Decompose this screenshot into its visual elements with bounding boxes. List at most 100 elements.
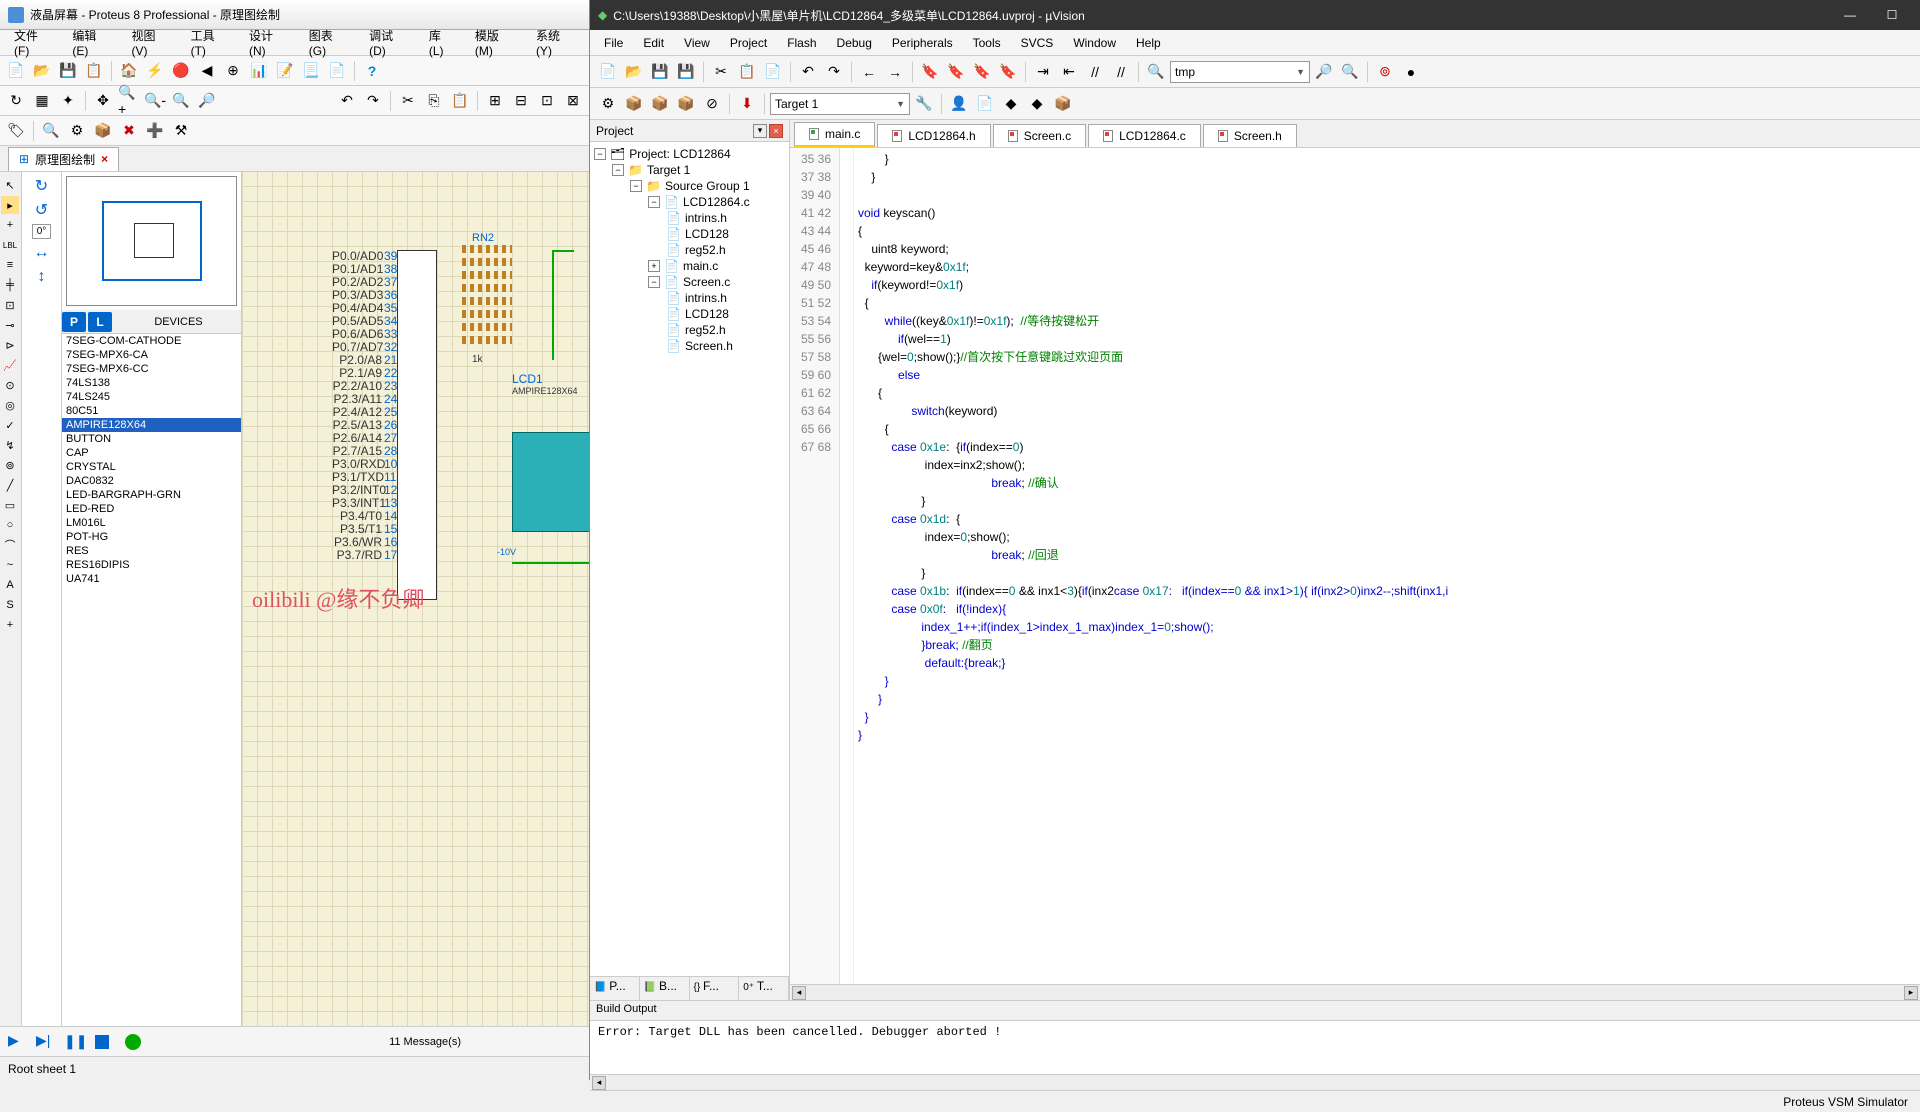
list-item[interactable]: CAP [62, 446, 241, 460]
rotation-angle[interactable]: 0° [32, 224, 52, 239]
editor-tab[interactable]: Screen.c [993, 124, 1086, 147]
tree-file[interactable]: 📄Screen.h [594, 338, 785, 354]
menu-edit[interactable]: Edit [633, 33, 674, 53]
uncomment-icon[interactable]: // [1109, 60, 1133, 84]
copy-icon[interactable]: ⎘ [422, 89, 446, 113]
menu-template[interactable]: 模版(M) [465, 24, 526, 61]
select-pack-icon[interactable]: ◆ [1025, 92, 1049, 116]
tree-group[interactable]: −📁Source Group 1 [594, 178, 785, 194]
list-item[interactable]: POT-HG [62, 530, 241, 544]
list-item[interactable]: 74LS138 [62, 376, 241, 390]
tree-root[interactable]: −🗂Project: LCD12864 [594, 146, 785, 162]
menu-debug[interactable]: Debug [827, 33, 882, 53]
pack-installer-icon[interactable]: 📦 [1051, 92, 1075, 116]
close-panel-button[interactable]: × [769, 124, 783, 138]
zoom-in-icon[interactable]: 🔍+ [117, 89, 141, 113]
home-icon[interactable]: 🏠 [117, 59, 141, 83]
indent-icon[interactable]: ⇥ [1031, 60, 1055, 84]
probe-i-icon[interactable]: ↯ [1, 436, 19, 454]
debug-icon[interactable]: ⊚ [1373, 60, 1397, 84]
menu-file[interactable]: File [594, 33, 633, 53]
play-button[interactable]: ▶ [8, 1032, 28, 1052]
list-item[interactable]: LED-BARGRAPH-GRN [62, 488, 241, 502]
label-icon[interactable]: LBL [1, 236, 19, 254]
fold-column[interactable] [840, 148, 854, 984]
schematic-icon[interactable]: ⚡ [143, 59, 167, 83]
editor-hscroll[interactable]: ◂ ▸ [790, 984, 1920, 1000]
paste-icon[interactable]: 📄 [761, 60, 785, 84]
bookmark-icon[interactable]: 🔖 [918, 60, 942, 84]
proj-tab[interactable]: 📘 P... [590, 977, 640, 1000]
menu-view[interactable]: View [674, 33, 720, 53]
component-icon[interactable]: ▸ [1, 196, 19, 214]
rotate-ccw-icon[interactable]: ↺ [32, 200, 52, 220]
pause-button[interactable]: ❚❚ [64, 1033, 87, 1050]
generator-icon[interactable]: ◎ [1, 396, 19, 414]
open-icon[interactable]: 📂 [30, 59, 54, 83]
menu-window[interactable]: Window [1063, 33, 1126, 53]
redo-icon[interactable]: ↷ [361, 89, 385, 113]
property-icon[interactable]: ⚙ [65, 119, 89, 143]
menu-peripherals[interactable]: Peripherals [882, 33, 963, 53]
target-combo[interactable]: Target 1▼ [770, 93, 910, 115]
lcd-component[interactable] [512, 432, 589, 532]
tree-file[interactable]: 📄LCD128 [594, 226, 785, 242]
make-symbol-icon[interactable]: ⚒ [169, 119, 193, 143]
code-editor[interactable]: 35 36 37 38 39 40 41 42 43 44 45 46 47 4… [790, 148, 1920, 984]
list-item[interactable]: 7SEG-MPX6-CC [62, 362, 241, 376]
templ-tab[interactable]: 0⁺ T... [739, 977, 789, 1000]
list-item[interactable]: LM016L [62, 516, 241, 530]
menu-debug[interactable]: 调试(D) [359, 24, 419, 61]
manage-rte-icon[interactable]: ◆ [999, 92, 1023, 116]
func-tab[interactable]: {} F... [690, 977, 740, 1000]
outdent-icon[interactable]: ⇤ [1057, 60, 1081, 84]
code-content[interactable]: } } void keyscan() { uint8 keyword; keyw… [854, 148, 1920, 984]
step-button[interactable]: ▶| [36, 1032, 56, 1052]
list-item[interactable]: 7SEG-COM-CATHODE [62, 334, 241, 348]
stop-button[interactable] [95, 1035, 109, 1049]
new-icon[interactable]: 📄 [4, 59, 28, 83]
path-icon[interactable]: ~ [1, 556, 19, 574]
find-icon[interactable]: 🔍 [1144, 60, 1168, 84]
list-item[interactable]: 80C51 [62, 404, 241, 418]
graph-icon[interactable]: 📈 [1, 356, 19, 374]
list-item[interactable]: CRYSTAL [62, 460, 241, 474]
line-icon[interactable]: ╱ [1, 476, 19, 494]
bookmark-prev-icon[interactable]: 🔖 [944, 60, 968, 84]
help-icon[interactable]: ? [360, 59, 384, 83]
bus-icon[interactable]: ╪ [1, 276, 19, 294]
wire[interactable] [552, 250, 554, 360]
rotate-cw-icon[interactable]: ↻ [32, 176, 52, 196]
list-item[interactable]: UA741 [62, 572, 241, 586]
tree-file[interactable]: −📄Screen.c [594, 274, 785, 290]
block-move-icon[interactable]: ⊟ [509, 89, 533, 113]
library-button[interactable]: L [88, 312, 112, 332]
comment-icon[interactable]: // [1083, 60, 1107, 84]
nav-back-icon[interactable]: ← [857, 60, 881, 84]
block-copy-icon[interactable]: ⊞ [483, 89, 507, 113]
zoom-out-icon[interactable]: 🔍- [143, 89, 167, 113]
zoom-area-icon[interactable]: 🔎 [195, 89, 219, 113]
circle-icon[interactable]: ○ [1, 516, 19, 534]
stop-build-icon[interactable]: ⊘ [700, 92, 724, 116]
undo-icon[interactable]: ↶ [335, 89, 359, 113]
redo-icon[interactable]: ↷ [822, 60, 846, 84]
file-ext-icon[interactable]: 📄 [973, 92, 997, 116]
editor-tab[interactable]: Screen.h [1203, 124, 1297, 147]
menu-edit[interactable]: 编辑(E) [62, 24, 121, 61]
scroll-right-icon[interactable]: ▸ [1904, 986, 1918, 1000]
menu-help[interactable]: Help [1126, 33, 1171, 53]
message-count[interactable]: 11 Message(s) [389, 1036, 461, 1048]
package-icon[interactable]: 📦 [91, 119, 115, 143]
nav-fwd-icon[interactable]: → [883, 60, 907, 84]
minimize-button[interactable]: — [1830, 3, 1870, 27]
notes-icon[interactable]: 📃 [299, 59, 323, 83]
menu-tools[interactable]: 工具(T) [181, 24, 239, 61]
marker-icon[interactable]: + [1, 616, 19, 634]
search-icon[interactable]: 🔍 [39, 119, 63, 143]
build-output-text[interactable]: Error: Target DLL has been cancelled. De… [590, 1021, 1920, 1074]
wire-label-icon[interactable]: 🏷 [4, 119, 28, 143]
copy-icon[interactable]: 📋 [735, 60, 759, 84]
list-item[interactable]: RES16DIPIS [62, 558, 241, 572]
download-icon[interactable]: ⬇ [735, 92, 759, 116]
